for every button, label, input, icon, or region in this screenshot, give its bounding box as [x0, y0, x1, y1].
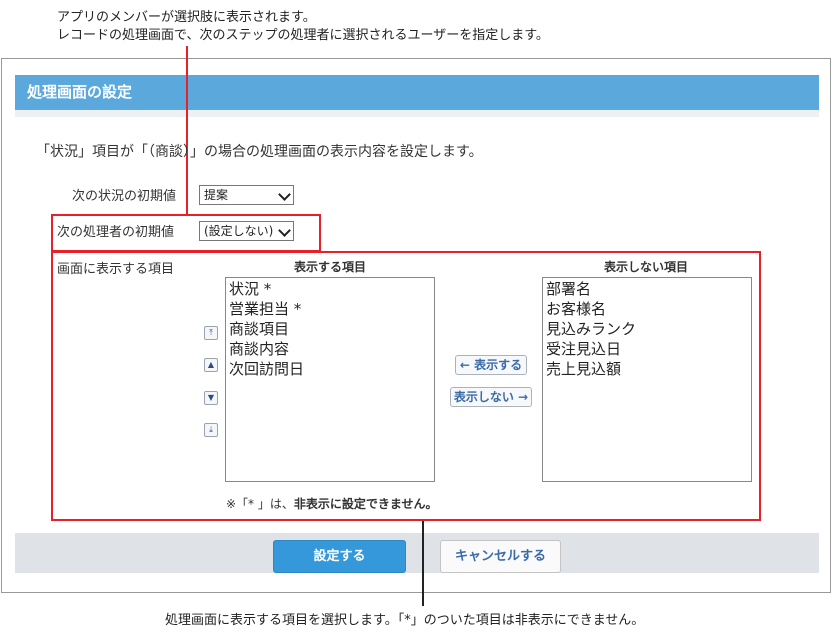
move-to-bottom-icon: ⤓: [209, 425, 213, 434]
shown-items-list[interactable]: 状況 * 営業担当 * 商談項目 商談内容 次回訪問日: [225, 277, 435, 482]
list-item[interactable]: お客様名: [546, 299, 748, 319]
list-item[interactable]: 部署名: [546, 279, 748, 299]
panel-footer: [15, 533, 819, 573]
shown-items-header: 表示する項目: [294, 260, 367, 274]
next-status-label: 次の状況の初期値: [72, 189, 177, 204]
annotation-bottom: 処理画面に表示する項目を選択します。「*」のついた項目は非表示にできません。: [165, 613, 645, 628]
list-item[interactable]: 次回訪問日: [229, 359, 431, 379]
list-item[interactable]: 営業担当 *: [229, 299, 431, 319]
hidden-items-list[interactable]: 部署名 お客様名 見込みランク 受注見込日 売上見込額: [542, 277, 752, 482]
move-bottom-button[interactable]: ⤓: [204, 423, 218, 437]
save-button[interactable]: 設定する: [273, 540, 406, 573]
move-to-top-icon: ⤒: [209, 328, 213, 337]
annotation-top-line1: アプリのメンバーが選択肢に表示されます。: [57, 10, 316, 25]
chevron-down-icon: [278, 188, 291, 201]
move-down-button[interactable]: ▼: [204, 391, 218, 405]
hide-item-button[interactable]: 表示しない →: [450, 387, 532, 407]
cancel-button[interactable]: キャンセルする: [440, 540, 561, 573]
note-prefix: ※「* 」は、: [226, 497, 294, 511]
panel-title: 処理画面の設定: [15, 75, 819, 110]
list-item[interactable]: 売上見込額: [546, 359, 748, 379]
arrow-up-icon: ▲: [207, 360, 215, 369]
required-items-note: ※「* 」は、非表示に設定できません。: [226, 495, 438, 512]
display-items-label: 画面に表示する項目: [57, 262, 175, 277]
arrow-down-icon: ▼: [207, 393, 215, 402]
annotation-top: アプリのメンバーが選択肢に表示されます。 レコードの処理画面で、次のステップの処…: [57, 9, 549, 45]
move-top-button[interactable]: ⤒: [204, 326, 218, 340]
hidden-items-header: 表示しない項目: [604, 260, 689, 274]
next-status-value: 提案: [204, 188, 229, 202]
move-up-button[interactable]: ▲: [204, 358, 218, 372]
highlight-assignee: [51, 214, 321, 252]
show-item-button[interactable]: ← 表示する: [455, 355, 527, 375]
annotation-top-line2: レコードの処理画面で、次のステップの処理者に選択されるユーザーを指定します。: [57, 28, 549, 43]
callout-line-top: [186, 46, 188, 216]
note-emphasis: 非表示に設定できません。: [293, 497, 438, 511]
list-item[interactable]: 受注見込日: [546, 339, 748, 359]
next-status-select[interactable]: 提案: [199, 185, 294, 205]
list-item[interactable]: 商談項目: [229, 319, 431, 339]
list-item[interactable]: 商談内容: [229, 339, 431, 359]
callout-line-bottom: [422, 520, 424, 606]
list-item[interactable]: 状況 *: [229, 279, 431, 299]
list-item[interactable]: 見込みランク: [546, 319, 748, 339]
panel-description: 「状況」項目が「（商談）」の場合の処理画面の表示内容を設定します。: [36, 144, 483, 160]
